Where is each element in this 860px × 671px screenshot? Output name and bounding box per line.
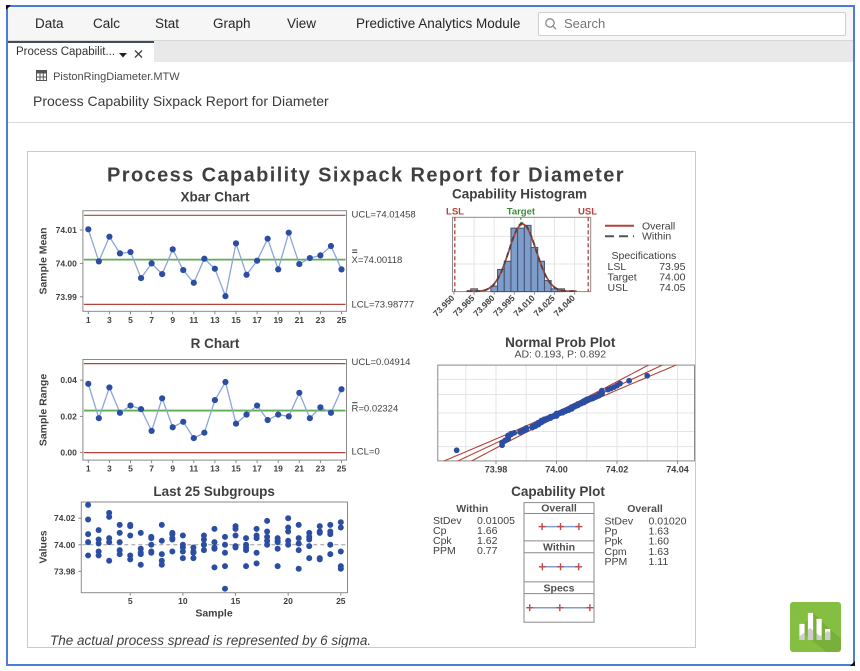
svg-text:5: 5 xyxy=(128,596,133,606)
svg-text:Specs: Specs xyxy=(544,583,575,595)
svg-text:73.965: 73.965 xyxy=(451,293,477,319)
svg-text:R=0.02324: R=0.02324 xyxy=(352,404,399,415)
svg-text:0.02: 0.02 xyxy=(60,411,77,421)
svg-text:20: 20 xyxy=(283,596,293,606)
svg-text:9: 9 xyxy=(170,464,175,474)
svg-text:74.02: 74.02 xyxy=(54,513,76,523)
svg-text:25: 25 xyxy=(337,464,347,474)
svg-text:1: 1 xyxy=(86,315,91,325)
svg-text:Overall: Overall xyxy=(541,503,577,515)
svg-text:Sample Mean: Sample Mean xyxy=(38,227,50,294)
svg-text:USL: USL xyxy=(578,206,597,217)
svg-text:73.98: 73.98 xyxy=(485,464,508,474)
svg-text:Target: Target xyxy=(507,206,536,217)
svg-text:Within: Within xyxy=(543,542,575,554)
svg-text:73.995: 73.995 xyxy=(491,293,517,319)
svg-text:Sample Range: Sample Range xyxy=(38,374,50,447)
svg-text:21: 21 xyxy=(295,464,305,474)
svg-text:LSL: LSL xyxy=(446,206,464,217)
svg-text:7: 7 xyxy=(149,315,154,325)
svg-text:10: 10 xyxy=(178,596,188,606)
svg-text:74.025: 74.025 xyxy=(531,293,557,319)
svg-text:UCL=0.04914: UCL=0.04914 xyxy=(352,357,411,368)
svg-text:13: 13 xyxy=(210,464,220,474)
svg-text:AD: 0.193, P: 0.892: AD: 0.193, P: 0.892 xyxy=(514,349,606,361)
svg-text:1.11: 1.11 xyxy=(649,556,669,568)
svg-text:74.040: 74.040 xyxy=(552,293,578,319)
svg-text:5: 5 xyxy=(128,464,133,474)
svg-text:19: 19 xyxy=(273,464,283,474)
svg-text:15: 15 xyxy=(231,464,241,474)
svg-text:3: 3 xyxy=(107,464,112,474)
svg-text:11: 11 xyxy=(189,464,198,474)
svg-text:Capability Histogram: Capability Histogram xyxy=(452,186,587,201)
svg-text:15: 15 xyxy=(231,315,241,325)
svg-text:23: 23 xyxy=(316,464,326,474)
svg-text:Specifications: Specifications xyxy=(612,250,677,262)
svg-text:74.00: 74.00 xyxy=(56,258,78,268)
svg-text:X=74.00118: X=74.00118 xyxy=(352,255,403,266)
svg-text:Sample: Sample xyxy=(195,608,233,620)
svg-text:23: 23 xyxy=(316,315,326,325)
svg-text:17: 17 xyxy=(252,315,262,325)
svg-text:Values: Values xyxy=(38,530,50,563)
svg-text:Capability Plot: Capability Plot xyxy=(511,484,605,499)
svg-text:73.980: 73.980 xyxy=(471,293,497,319)
svg-text:PPM: PPM xyxy=(605,556,628,568)
svg-text:UCL=74.01458: UCL=74.01458 xyxy=(352,210,416,221)
svg-text:13: 13 xyxy=(210,315,220,325)
svg-text:25: 25 xyxy=(336,596,346,606)
svg-text:Last 25 Subgroups: Last 25 Subgroups xyxy=(153,484,275,499)
svg-text:Within: Within xyxy=(456,503,488,515)
svg-text:74.05: 74.05 xyxy=(659,282,685,294)
svg-text:74.01: 74.01 xyxy=(56,225,78,235)
svg-text:0.04: 0.04 xyxy=(60,375,77,385)
svg-text:LCL=73.98777: LCL=73.98777 xyxy=(352,299,415,310)
svg-text:Process Capability Sixpack Rep: Process Capability Sixpack Report for Di… xyxy=(107,165,625,187)
svg-text:73.99: 73.99 xyxy=(56,292,78,302)
svg-text:LCL=0: LCL=0 xyxy=(352,446,380,457)
svg-text:0.00: 0.00 xyxy=(60,448,77,458)
svg-text:0.77: 0.77 xyxy=(477,545,498,557)
svg-text:25: 25 xyxy=(337,315,347,325)
svg-text:PPM: PPM xyxy=(433,545,456,557)
svg-text:1: 1 xyxy=(86,464,91,474)
svg-text:7: 7 xyxy=(149,464,154,474)
svg-text:73.950: 73.950 xyxy=(431,293,457,319)
svg-text:11: 11 xyxy=(189,315,198,325)
svg-text:5: 5 xyxy=(128,315,133,325)
svg-text:74.00: 74.00 xyxy=(54,540,76,550)
svg-text:21: 21 xyxy=(295,315,305,325)
svg-text:Xbar Chart: Xbar Chart xyxy=(180,190,250,205)
svg-text:19: 19 xyxy=(273,315,283,325)
svg-text:73.98: 73.98 xyxy=(54,566,76,576)
svg-text:9: 9 xyxy=(170,315,175,325)
svg-text:74.04: 74.04 xyxy=(666,464,689,474)
svg-text:3: 3 xyxy=(107,315,112,325)
svg-text:The actual process spread is r: The actual process spread is represented… xyxy=(50,633,371,647)
svg-text:USL: USL xyxy=(608,282,629,294)
svg-text:74.010: 74.010 xyxy=(511,293,537,319)
svg-text:Overall: Overall xyxy=(627,503,663,515)
svg-text:74.02: 74.02 xyxy=(606,464,629,474)
svg-text:R Chart: R Chart xyxy=(191,336,240,351)
svg-text:74.00: 74.00 xyxy=(545,464,568,474)
svg-text:17: 17 xyxy=(252,464,262,474)
svg-text:15: 15 xyxy=(231,596,241,606)
svg-text:Within: Within xyxy=(642,231,671,243)
